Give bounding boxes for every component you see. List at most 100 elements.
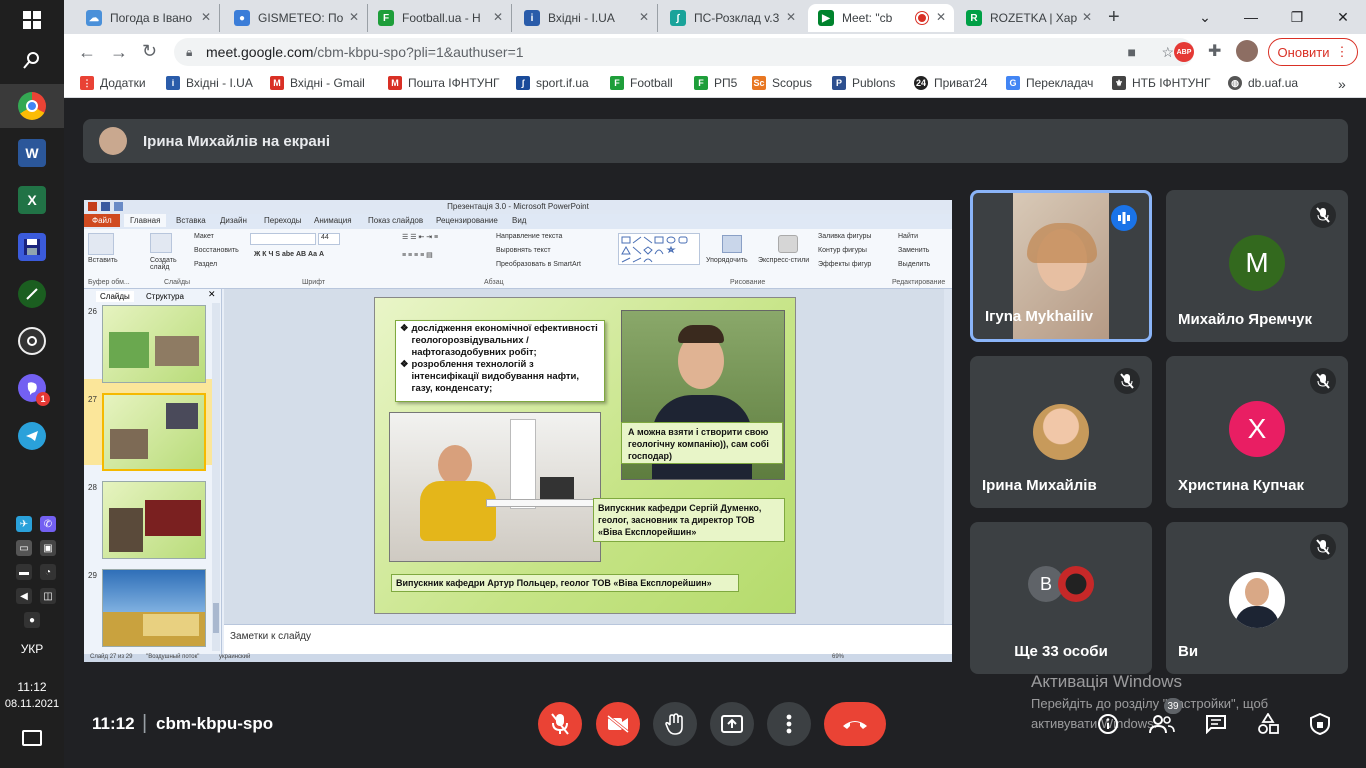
ppt-new-slide[interactable]: Создать слайд — [150, 257, 180, 271]
adblock-icon[interactable]: ABP — [1174, 42, 1194, 62]
caption-box-2[interactable]: Випускник кафедри Артур Польцер, геолог … — [391, 574, 739, 592]
tab-meet[interactable]: ▶ Meet: "cb ✕ — [808, 4, 954, 32]
mic-toggle-button[interactable] — [538, 702, 582, 746]
wifi-icon[interactable]: ◔ — [40, 564, 56, 580]
bookmark-privat24[interactable]: 24 Приват24 — [914, 76, 988, 90]
camera-blocked-icon[interactable]: ■ — [1128, 38, 1136, 66]
tab-iua[interactable]: i Вхідні - I.UA ✕ — [514, 4, 658, 32]
tab-schedule[interactable]: ∫ ПС-Розклад v.3 ✕ — [660, 4, 804, 32]
ppt-find[interactable]: Найти — [898, 233, 918, 240]
people-icon[interactable]: 39 — [1146, 698, 1182, 740]
search-icon[interactable] — [18, 46, 46, 74]
forward-icon[interactable]: → — [110, 42, 128, 63]
paste-icon[interactable] — [88, 233, 114, 255]
tab-gismeteo[interactable]: ● GISMETEO: По ✕ — [224, 4, 368, 32]
close-icon[interactable]: ✕ — [493, 10, 503, 24]
align-buttons[interactable]: ≡ ≡ ≡ ≡ ▤ — [402, 251, 433, 259]
pane-tab-slides[interactable]: Слайды — [96, 291, 134, 302]
new-tab-icon[interactable]: + — [1108, 6, 1120, 29]
pane-tab-outline[interactable]: Структура — [142, 291, 188, 302]
ppt-paste[interactable]: Вставить — [88, 257, 118, 264]
bookmark-star-icon[interactable]: ☆ — [1161, 38, 1174, 66]
extensions-icon[interactable]: ✚ — [1208, 41, 1221, 61]
close-icon[interactable]: ✕ — [349, 10, 359, 24]
ppt-layout[interactable]: Макет — [194, 233, 214, 240]
ppt-tab-design[interactable]: Дизайн — [220, 216, 247, 225]
clock-date[interactable]: 08.11.2021 — [0, 698, 64, 710]
ppt-shape-fill[interactable]: Заливка фигуры — [818, 233, 871, 240]
pen-tool-icon[interactable] — [18, 280, 46, 308]
restore-icon[interactable]: ❐ — [1274, 0, 1320, 34]
telegram-icon[interactable] — [18, 422, 46, 450]
quick-styles-icon[interactable] — [778, 235, 798, 253]
security-tray-icon[interactable]: ▣ — [40, 540, 56, 556]
ppt-select[interactable]: Выделить — [898, 261, 930, 268]
leave-call-button[interactable] — [824, 702, 886, 746]
slide-thumbnail[interactable] — [102, 305, 206, 383]
pane-close-icon[interactable]: ✕ — [208, 289, 216, 300]
font-size-input[interactable]: 44 — [318, 233, 340, 245]
bookmark-translator[interactable]: G Перекладач — [1006, 76, 1093, 90]
bookmark-iua[interactable]: i Вхідні - I.UA — [166, 76, 253, 90]
ppt-tab-slideshow[interactable]: Показ слайдов — [368, 216, 423, 225]
ppt-tab-file[interactable]: Файл — [84, 214, 120, 227]
battery-icon[interactable]: ▬ — [16, 564, 32, 580]
update-button[interactable]: Оновити ⋮ — [1268, 38, 1358, 66]
ppt-tab-review[interactable]: Рецензирование — [436, 216, 498, 225]
ppt-tab-view[interactable]: Вид — [512, 216, 526, 225]
bookmark-apps[interactable]: ⋮ Додатки — [80, 76, 146, 90]
scrollbar-thumb[interactable] — [213, 603, 219, 633]
canvas-scrollbar[interactable] — [944, 289, 952, 624]
bullet-text-box[interactable]: ❖ дослідження економічної ефективності ге… — [395, 320, 605, 402]
bookmark-gmail[interactable]: M Вхідні - Gmail — [270, 76, 365, 90]
participant-tile[interactable]: Х Христина Купчак — [1166, 356, 1348, 508]
lock-icon[interactable]: 🔒︎ — [186, 38, 192, 66]
arrange-icon[interactable] — [722, 235, 742, 253]
tab-rozetka[interactable]: R ROZETKA | Хар ✕ — [956, 4, 1100, 32]
ppt-align-text[interactable]: Выровнять текст — [496, 247, 551, 254]
notification-tray-icon[interactable]: ◫ — [40, 588, 56, 604]
undo-icon[interactable] — [114, 202, 123, 211]
bookmark-football[interactable]: F Football — [610, 76, 673, 90]
bookmark-mail-ifntung[interactable]: M Пошта ІФНТУНГ — [388, 76, 500, 90]
ppt-tab-animation[interactable]: Анимация — [314, 216, 352, 225]
ppt-replace[interactable]: Заменить — [898, 247, 929, 254]
close-icon[interactable]: ✕ — [786, 10, 796, 24]
reload-icon[interactable]: ↻ — [142, 41, 157, 62]
ppt-quick-styles[interactable]: Экспресс-стили — [758, 257, 809, 264]
display-tray-icon[interactable]: ▭ — [16, 540, 32, 556]
close-icon[interactable]: ✕ — [201, 10, 211, 24]
ppt-smartart[interactable]: Преобразовать в SmartArt — [496, 261, 581, 268]
others-tile[interactable]: B Ще 33 особи — [970, 522, 1152, 674]
excel-icon[interactable]: X — [18, 186, 46, 214]
microphone-tray-icon[interactable]: ● — [24, 612, 40, 628]
close-icon[interactable]: ✕ — [936, 10, 946, 24]
slides-scrollbar[interactable] — [212, 303, 220, 651]
save-icon[interactable] — [101, 202, 110, 211]
ppt-reset[interactable]: Восстановить — [194, 247, 239, 254]
quote-text-box[interactable]: А можна взяти і створити свою геологічну… — [621, 422, 783, 464]
participant-tile-speaking[interactable]: Iгуna Mykhailiv — [970, 190, 1152, 342]
camera-toggle-button[interactable] — [596, 702, 640, 746]
bookmark-rp5[interactable]: F РП5 — [694, 76, 737, 90]
list-buttons[interactable]: ☰ ☰ ⇤ ⇥ ≡ — [402, 233, 438, 241]
more-bookmarks-icon[interactable]: » — [1338, 76, 1346, 92]
profile-avatar[interactable] — [1236, 40, 1258, 62]
close-icon[interactable]: ✕ — [639, 10, 649, 24]
slide-thumbnail[interactable] — [102, 569, 206, 647]
activities-icon[interactable] — [1252, 708, 1284, 740]
chat-icon[interactable] — [1200, 708, 1232, 740]
window-close-icon[interactable]: ✕ — [1320, 0, 1366, 34]
back-icon[interactable]: ← — [78, 42, 96, 63]
telegram-tray-icon[interactable]: ✈ — [16, 516, 32, 532]
participant-tile[interactable]: Ірина Михайлів — [970, 356, 1152, 508]
slide-thumbnail-selected[interactable] — [102, 393, 206, 471]
notes-pane[interactable]: Заметки к слайду — [224, 624, 952, 654]
present-screen-button[interactable] — [710, 702, 754, 746]
viber-icon[interactable]: 1 — [18, 374, 50, 406]
bookmark-scopus[interactable]: Sc Scopus — [752, 76, 812, 90]
raise-hand-button[interactable] — [653, 702, 697, 746]
ppt-tab-home[interactable]: Главная — [124, 214, 167, 227]
self-tile[interactable]: Ви — [1166, 522, 1348, 674]
font-format-buttons[interactable]: Ж К Ч S abe АВ Аа А — [254, 251, 324, 258]
